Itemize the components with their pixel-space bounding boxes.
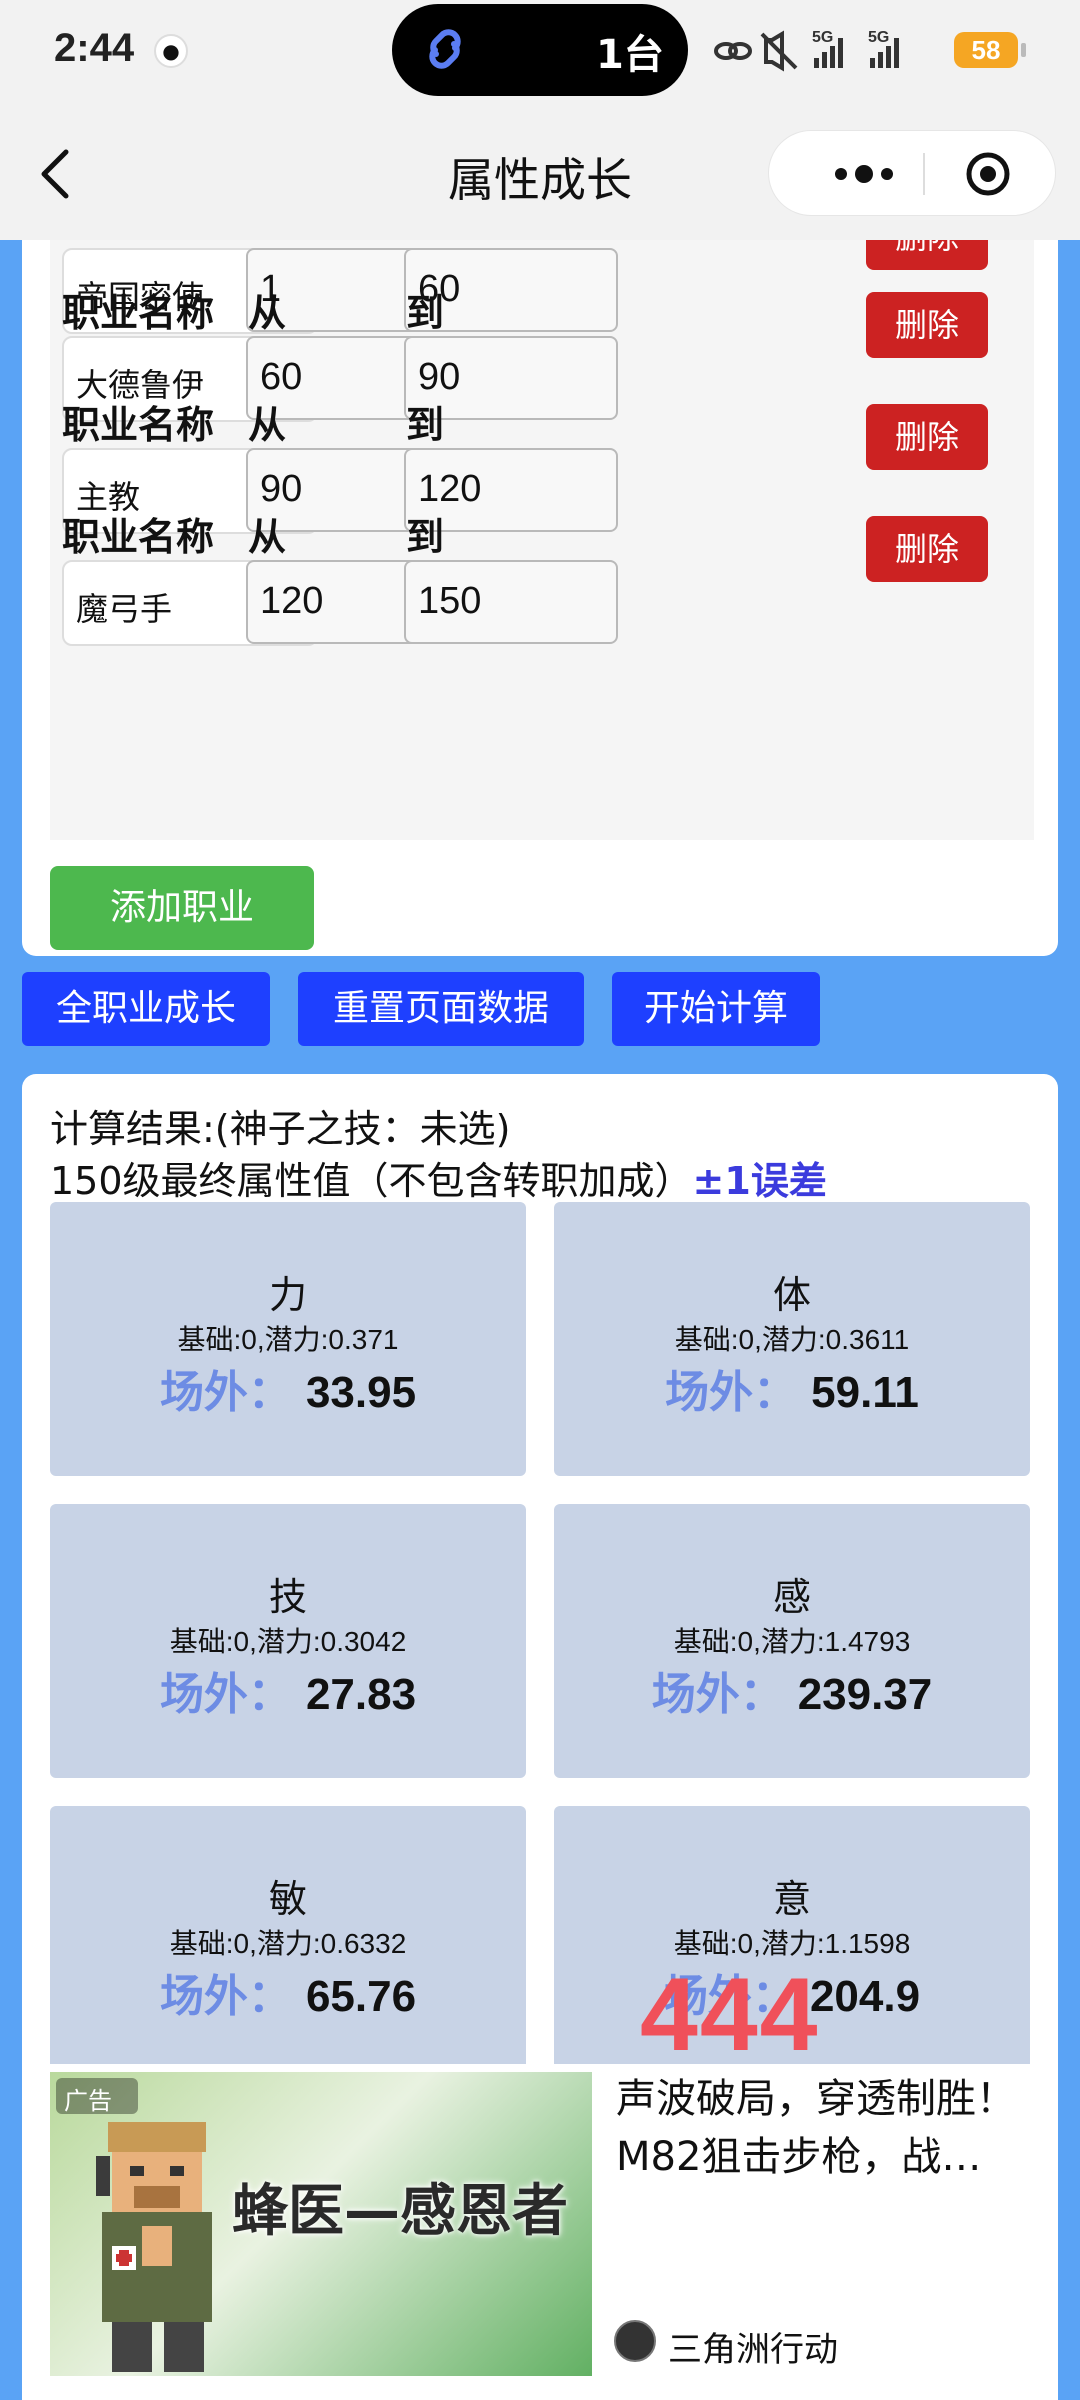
status-time: 2:44	[54, 26, 135, 70]
stat-name: 意	[772, 1877, 811, 1921]
error-note: ±1误差	[692, 1159, 827, 1203]
from-label: 从	[248, 515, 287, 559]
battery-icon: 58	[954, 32, 1026, 68]
to-label: 到	[406, 403, 445, 447]
ad-headline[interactable]: 声波破局，穿透制胜！M82狙击步枪，战…	[616, 2070, 1036, 2186]
job-row: 职业名称从到魔弓手 120 150 删除	[50, 506, 1034, 678]
job-name-label: 职业名称	[62, 515, 215, 559]
signal-5g-icon-1: 5G	[812, 29, 843, 68]
stat-base-potential: 基础:0,潜力:0.6332	[169, 1928, 407, 1959]
stat-card: 感基础:0,潜力:1.4793 场外： 239.37	[554, 1504, 1030, 1778]
job-card: 帝国密使160删除职业名称从到大德鲁伊6090删除职业名称从到主教90120删除…	[22, 240, 1058, 956]
more-dots-icon[interactable]	[831, 159, 897, 189]
job-name-label: 职业名称	[62, 403, 215, 447]
result-subtitle-text: 150级最终属性值（不包含转职加成）	[50, 1159, 693, 1203]
outside-value: 65.76	[305, 1972, 417, 2021]
job-name-label: 职业名称	[62, 291, 215, 335]
signal-5g-icon-2: 5G	[868, 29, 899, 68]
stat-name: 力	[268, 1273, 307, 1317]
close-target-icon[interactable]	[965, 151, 1011, 197]
to-level-input[interactable]: 150	[404, 560, 618, 644]
qq-notification-icon: ●	[154, 34, 188, 68]
stat-name: 体	[772, 1273, 811, 1317]
stat-card: 力基础:0,潜力:0.371 场外： 33.95	[50, 1202, 526, 1476]
stat-base-potential: 基础:0,潜力:0.3042	[169, 1626, 407, 1657]
svg-text:5G: 5G	[812, 29, 833, 46]
content-area[interactable]: 帝国密使160删除职业名称从到大德鲁伊6090删除职业名称从到主教90120删除…	[0, 240, 1080, 2400]
outside-label: 场外：	[159, 1367, 292, 1418]
link-status-icon	[714, 42, 752, 60]
ad-tag[interactable]: 广告	[56, 2078, 138, 2115]
outside-value: 59.11	[811, 1368, 919, 1417]
link-icon	[429, 29, 461, 69]
ad-brand-avatar	[614, 2320, 656, 2362]
start-calc-button[interactable]: 开始计算	[612, 972, 820, 1046]
delete-job-button[interactable]: 删除	[866, 404, 988, 470]
to-label: 到	[406, 515, 445, 559]
ad-image-caption: 蜂医—感恩者	[232, 2179, 568, 2244]
stat-name: 感	[772, 1575, 811, 1619]
job-list: 帝国密使160删除职业名称从到大德鲁伊6090删除职业名称从到主教90120删除…	[50, 240, 1034, 840]
stat-base-potential: 基础:0,潜力:0.371	[177, 1324, 399, 1355]
stat-name: 技	[268, 1575, 307, 1619]
stat-card: 敏基础:0,潜力:0.6332 场外： 65.76	[50, 1806, 526, 2080]
to-label: 到	[406, 291, 445, 335]
stat-base-potential: 基础:0,潜力:1.4793	[673, 1626, 911, 1657]
miniapp-capsule	[768, 130, 1056, 216]
stat-name: 敏	[268, 1877, 307, 1921]
status-icons: 5G 5G	[714, 29, 899, 72]
result-subtitle: 150级最终属性值（不包含转职加成）±1误差	[50, 1150, 827, 1205]
add-job-button[interactable]: 添加职业	[50, 866, 314, 950]
outside-value: 27.83	[305, 1670, 417, 1719]
from-label: 从	[248, 403, 287, 447]
outside-value: 239.37	[797, 1670, 933, 1719]
delete-job-button[interactable]: 删除	[866, 516, 988, 582]
soldier-character-icon	[96, 2122, 212, 2372]
stat-card: 体基础:0,潜力:0.3611 场外： 59.11	[554, 1202, 1030, 1476]
outside-value: 33.95	[305, 1368, 417, 1417]
from-label: 从	[248, 291, 287, 335]
all-job-growth-button[interactable]: 全职业成长	[22, 972, 270, 1046]
status-bar: 2:44 ● 1台 5G 5G 58	[0, 0, 1080, 100]
stat-base-potential: 基础:0,潜力:0.3611	[674, 1324, 910, 1355]
outside-label: 场外：	[159, 1669, 292, 1720]
stat-outside-value: 场外： 239.37	[554, 1658, 1030, 1722]
ad-image[interactable]: 蜂医—感恩者 广告	[50, 2072, 592, 2376]
stat-outside-value: 场外： 65.76	[50, 1960, 526, 2024]
stat-card: 技基础:0,潜力:0.3042 场外： 27.83	[50, 1504, 526, 1778]
overlay-number: 444	[640, 1957, 820, 2073]
stat-outside-value: 场外： 27.83	[50, 1658, 526, 1722]
reset-data-button[interactable]: 重置页面数据	[298, 972, 584, 1046]
ad-brand-name[interactable]: 三角洲行动	[668, 2322, 838, 2371]
mute-icon	[760, 30, 798, 72]
outside-label: 场外：	[159, 1971, 292, 2022]
job-select-value: 魔弓手	[76, 590, 173, 628]
ad-banner[interactable]: 蜂医—感恩者 广告 声波破局，穿透制胜！M82狙击步枪，战… 三角洲行动	[22, 2064, 1058, 2400]
delete-job-button[interactable]: 删除	[866, 240, 988, 270]
delete-job-button[interactable]: 删除	[866, 292, 988, 358]
svg-text:5G: 5G	[868, 29, 889, 46]
capsule-divider	[923, 153, 925, 195]
pill-device-count: 1台	[596, 32, 664, 78]
outside-label: 场外：	[665, 1367, 798, 1418]
outside-label: 场外：	[651, 1669, 784, 1720]
result-title: 计算结果:(神子之技：未选)	[50, 1107, 511, 1151]
stat-outside-value: 场外： 33.95	[50, 1356, 526, 1420]
stat-outside-value: 场外： 59.11	[554, 1356, 1030, 1420]
outside-value: 204.9	[809, 1972, 921, 2021]
nav-bar: 属性成长	[0, 100, 1080, 240]
